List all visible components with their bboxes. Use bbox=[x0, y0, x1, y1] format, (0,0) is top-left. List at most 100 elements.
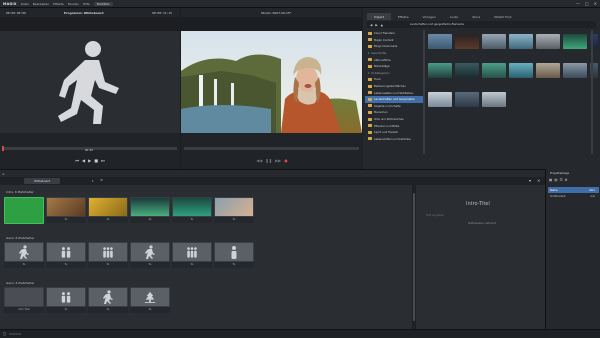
tab-audio[interactable]: Audio bbox=[443, 13, 466, 20]
stop-icon[interactable]: ■ bbox=[94, 158, 98, 163]
menu-bearbeiten[interactable]: Bearbeiten bbox=[33, 2, 49, 6]
media-thumbnail[interactable] bbox=[482, 34, 506, 49]
media-thumbnail[interactable] bbox=[509, 63, 533, 78]
right-scrub-bar[interactable] bbox=[184, 147, 359, 150]
record-icon[interactable]: ● bbox=[284, 158, 288, 163]
scene-slot[interactable]: 5s bbox=[88, 287, 128, 314]
scene-slot[interactable]: 5s bbox=[214, 197, 254, 224]
folder-group[interactable]: ▾ KI-Kategorien bbox=[365, 70, 423, 77]
media-scrollbar[interactable] bbox=[591, 30, 593, 154]
pause-icon[interactable]: ❚❚ bbox=[265, 158, 272, 163]
tab-close-icon[interactable]: × bbox=[100, 178, 103, 182]
scene-slot[interactable]: 5s bbox=[130, 197, 170, 224]
folder-item[interactable]: Menschen bbox=[365, 109, 423, 116]
tab-store[interactable]: Store bbox=[465, 13, 487, 20]
play-icon[interactable]: ▶ bbox=[88, 158, 91, 163]
folder-item[interactable]: Lebenswelten und Städtebau bbox=[365, 89, 423, 96]
splitter-handle[interactable] bbox=[413, 193, 415, 321]
media-thumbnail[interactable] bbox=[428, 92, 452, 107]
step-back-icon[interactable]: ◀ bbox=[82, 158, 85, 163]
folder-item-selected[interactable]: Landschaften und Geographie bbox=[365, 95, 423, 103]
folder-item[interactable]: Sport und Freizeit bbox=[365, 129, 423, 136]
collapse-icon[interactable]: ▾ bbox=[529, 178, 531, 183]
folder-item[interactable]: Magix Content bbox=[365, 37, 423, 44]
scene-slot[interactable]: 5s bbox=[46, 242, 86, 269]
settings-icon[interactable]: ⚙ bbox=[564, 178, 567, 182]
folder-item[interactable]: Tiere bbox=[365, 76, 423, 83]
skip-forward-icon[interactable]: ⏭ bbox=[101, 158, 105, 163]
skip-back-icon[interactable]: ⏮ bbox=[75, 158, 79, 163]
list-icon[interactable]: ☰ bbox=[559, 178, 562, 182]
left-program-monitor[interactable] bbox=[0, 31, 180, 133]
folder-item[interactable]: Pflanzen und Blüte bbox=[365, 122, 423, 129]
media-thumbnail[interactable] bbox=[482, 63, 506, 78]
preview-title: Intro-Titel bbox=[466, 201, 490, 207]
folder-item[interactable]: Lebensmittel und Getränke bbox=[365, 136, 423, 143]
media-thumbnail[interactable] bbox=[563, 34, 587, 49]
scene-slot[interactable]: 5s bbox=[130, 242, 170, 269]
folder-open-icon[interactable]: ▤ bbox=[554, 178, 557, 182]
scene-slot[interactable]: 5s bbox=[4, 242, 44, 269]
folder-item[interactable]: Orte und Wahrzeichen bbox=[365, 116, 423, 123]
scene-slot[interactable]: 5s bbox=[88, 242, 128, 269]
media-thumbnail[interactable] bbox=[455, 34, 479, 49]
folder-item[interactable]: Aktionsfilme bbox=[365, 56, 423, 63]
right-transport-controls: ◀◀ ❚❚ ▶▶ ● bbox=[247, 158, 297, 163]
tab-whiteboard[interactable]: Whiteboard bbox=[24, 178, 61, 184]
folder-item[interactable]: Objekte und Inhalte bbox=[365, 103, 423, 110]
maximize-icon[interactable]: □ bbox=[585, 1, 589, 6]
grid-icon[interactable]: ▦ bbox=[549, 178, 552, 182]
folder-item[interactable]: Bedienungsoberflächen bbox=[365, 83, 423, 90]
property-row[interactable]: Sichtbarkeit Aus bbox=[548, 193, 599, 199]
zoom-slider[interactable] bbox=[9, 333, 21, 335]
panel-close-icon[interactable]: × bbox=[537, 178, 540, 183]
folder-icon bbox=[368, 77, 372, 81]
tab-vorlagen[interactable]: Vorlagen bbox=[416, 13, 443, 20]
scene-slot[interactable]: 5s bbox=[130, 287, 170, 314]
back-icon[interactable]: ◀ bbox=[370, 23, 372, 27]
right-preview-monitor[interactable] bbox=[181, 31, 362, 133]
fast-forward-icon[interactable]: ▶▶ bbox=[275, 158, 281, 163]
minimize-icon[interactable]: — bbox=[576, 1, 580, 6]
menu-effekte[interactable]: Effekte bbox=[53, 2, 64, 6]
scene-slot[interactable]: 5s bbox=[172, 197, 212, 224]
media-thumbnail[interactable] bbox=[482, 92, 506, 107]
folder-item[interactable]: Naturalläge bbox=[365, 63, 423, 70]
left-playhead[interactable] bbox=[2, 146, 4, 151]
status-icon[interactable]: □ bbox=[3, 332, 6, 336]
scene-slot[interactable]: 5s bbox=[214, 242, 254, 269]
forward-icon[interactable]: ▶ bbox=[375, 23, 377, 27]
tab-magix-font[interactable]: MAGIX Font bbox=[487, 13, 518, 20]
media-thumbnail[interactable] bbox=[455, 63, 479, 78]
media-thumbnail[interactable] bbox=[428, 34, 452, 49]
scene-slot[interactable]: 5s bbox=[172, 242, 212, 269]
folder-group[interactable]: ▾ Geschichte bbox=[365, 50, 423, 57]
media-thumbnail[interactable] bbox=[455, 92, 479, 107]
running-man-icon bbox=[19, 245, 29, 259]
folder-item[interactable]: Cloud Transfers bbox=[365, 30, 423, 37]
media-thumbnail[interactable] bbox=[536, 34, 560, 49]
scene-slot[interactable]: 5s bbox=[46, 287, 86, 314]
storyboard-menu-icon[interactable]: ≡ bbox=[2, 172, 5, 176]
folder-icon bbox=[368, 117, 372, 121]
folder-list-scrollbar[interactable] bbox=[423, 30, 425, 154]
scene-slot[interactable] bbox=[4, 197, 44, 224]
scene-slot[interactable]: Intro-Titel bbox=[4, 287, 44, 314]
scene-slot[interactable]: 5s bbox=[46, 197, 86, 224]
menu-datei[interactable]: Datei bbox=[21, 2, 29, 6]
up-icon[interactable]: ▲ bbox=[381, 23, 383, 27]
close-icon[interactable]: ✕ bbox=[594, 1, 597, 6]
app-logo: MAGIX bbox=[3, 1, 17, 6]
media-thumbnail[interactable] bbox=[563, 63, 587, 78]
menu-fenster[interactable]: Fenster bbox=[68, 2, 79, 6]
funktion-button[interactable]: Funktion bbox=[93, 1, 113, 6]
folder-item[interactable]: Bingo Downloads bbox=[365, 43, 423, 50]
tab-effekte[interactable]: Effekte bbox=[391, 13, 416, 20]
scene-slot[interactable]: 5s bbox=[88, 197, 128, 224]
media-thumbnail[interactable] bbox=[509, 34, 533, 49]
menu-hilfe[interactable]: Hilfe bbox=[83, 2, 90, 6]
tab-import[interactable]: Import bbox=[367, 13, 391, 20]
media-thumbnail[interactable] bbox=[536, 63, 560, 78]
media-thumbnail[interactable] bbox=[428, 63, 452, 78]
rewind-icon[interactable]: ◀◀ bbox=[256, 158, 262, 163]
